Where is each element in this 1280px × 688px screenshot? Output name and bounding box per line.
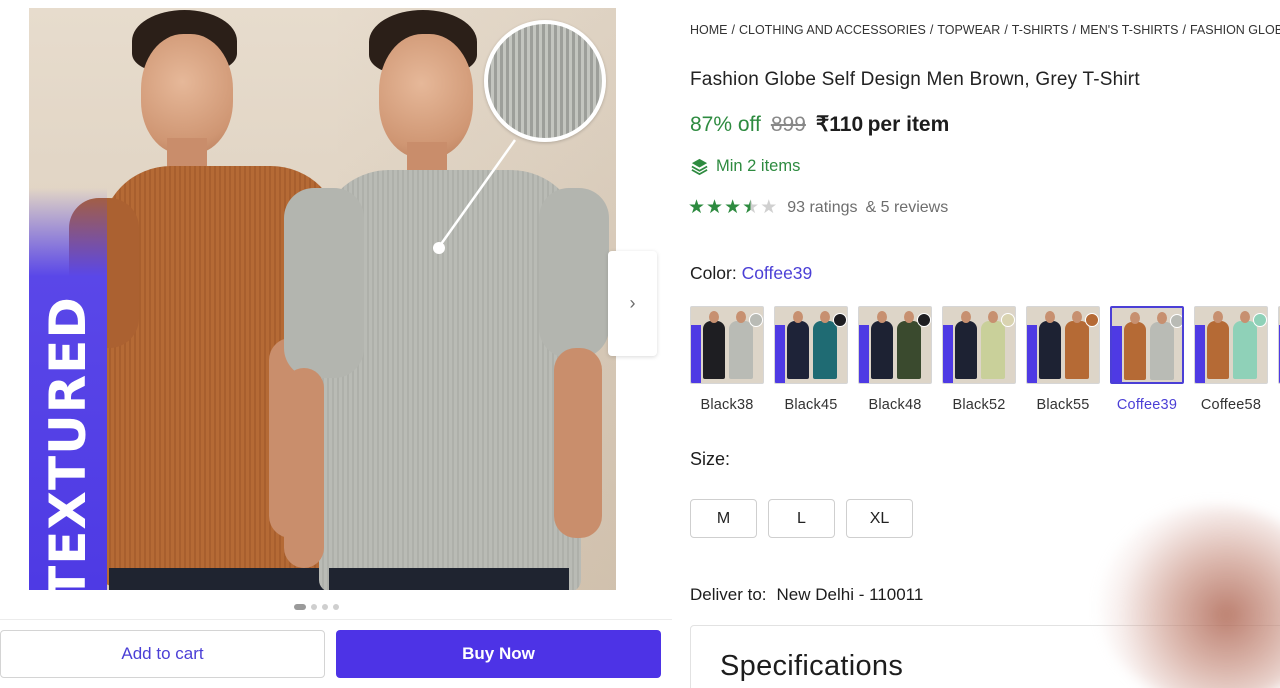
star-rating: ★ ★ ★ ★ ★ — [688, 198, 777, 217]
size-option-m[interactable]: M — [690, 499, 757, 538]
color-swatch[interactable]: Black55 — [1026, 306, 1100, 413]
swatch-label: Coffee39 — [1116, 397, 1178, 413]
selling-price: ₹110 — [815, 113, 864, 136]
breadcrumb-separator: / — [1182, 23, 1186, 37]
specifications-title: Specifications — [720, 650, 904, 682]
pagination-dot[interactable] — [311, 604, 317, 610]
product-page: TEXTURED › Add to cart Buy Now HOME / CL… — [0, 0, 1280, 688]
buy-now-button[interactable]: Buy Now — [336, 630, 661, 678]
pagination-dot[interactable] — [322, 604, 328, 610]
price-unit: per item — [867, 113, 950, 136]
deliver-label: Deliver to: — [690, 585, 767, 604]
chevron-right-icon: › — [629, 293, 636, 313]
breadcrumb-separator: / — [731, 23, 735, 37]
size-option-xl[interactable]: XL — [846, 499, 913, 538]
swatch-thumbnail — [1110, 306, 1184, 384]
breadcrumb-tshirts[interactable]: T-SHIRTS — [1012, 23, 1069, 37]
selected-color: Coffee39 — [741, 263, 813, 283]
swatch-thumbnail — [774, 306, 848, 384]
pagination-dot[interactable] — [333, 604, 339, 610]
fabric-zoom-pointer — [433, 242, 445, 254]
pagination-dot[interactable] — [294, 604, 306, 610]
swatch-thumbnail — [942, 306, 1016, 384]
color-swatch[interactable]: Black52 — [942, 306, 1016, 413]
breadcrumb-current: FASHION GLOBE MEN — [1189, 23, 1280, 37]
star-icon: ★ — [724, 197, 742, 218]
product-image[interactable]: TEXTURED — [29, 8, 616, 590]
swatch-label: Black38 — [700, 397, 754, 413]
swatch-label: Coffee58 — [1200, 397, 1262, 413]
reviews-count: & 5 reviews — [865, 198, 949, 216]
breadcrumb-home[interactable]: HOME — [690, 23, 728, 37]
price-row: 87% off 899 ₹110 per item — [690, 112, 949, 137]
layers-icon — [691, 158, 708, 176]
breadcrumb-topwear[interactable]: TOPWEAR — [937, 23, 1000, 37]
delivery-pincode: New Delhi - 110011 — [776, 585, 924, 604]
original-price: 899 — [770, 113, 806, 136]
textured-label: TEXTURED — [39, 296, 97, 590]
ratings-count: 93 ratings — [787, 198, 858, 216]
star-icon: ★ — [706, 197, 724, 218]
breadcrumb-separator: / — [1072, 23, 1077, 37]
swatch-thumbnail — [1194, 306, 1268, 384]
swatch-thumbnail — [858, 306, 932, 384]
swatch-label: Black45 — [784, 397, 838, 413]
next-image-button[interactable]: › — [608, 251, 657, 356]
breadcrumb-clothing[interactable]: CLOTHING AND ACCESSORIES — [739, 23, 926, 37]
swatch-label: Black52 — [952, 397, 1006, 413]
color-swatch[interactable]: Black45 — [774, 306, 848, 413]
swatch-thumbnail — [690, 306, 764, 384]
color-label: Color: Coffee39 — [690, 263, 813, 283]
delivery-location[interactable]: Deliver to: New Delhi - 110011 — [690, 585, 923, 605]
star-icon: ★ — [688, 197, 706, 218]
min-order-text: Min 2 items — [716, 157, 801, 175]
blurred-overlay — [1100, 505, 1280, 688]
color-swatch[interactable]: Coffee39 — [1110, 306, 1184, 413]
ratings-row[interactable]: ★ ★ ★ ★ ★ 93 ratings & 5 reviews — [688, 198, 948, 217]
fabric-zoom-circle — [484, 20, 606, 142]
size-label: Size: — [690, 449, 731, 469]
min-order: Min 2 items — [690, 157, 800, 176]
size-option-l[interactable]: L — [768, 499, 835, 538]
half-star-icon: ★ — [742, 197, 760, 218]
breadcrumb-separator: / — [1004, 23, 1008, 37]
image-pagination — [294, 604, 339, 610]
size-options: M L XL — [690, 499, 913, 538]
swatch-thumbnail — [1026, 306, 1100, 384]
star-icon: ★ — [760, 197, 778, 218]
breadcrumb-separator: / — [929, 23, 934, 37]
discount-percent: 87% off — [690, 113, 761, 136]
color-swatches: Black38 Black45 Black48 Black52 Black55 Coffe… — [690, 306, 1280, 418]
color-swatch[interactable]: Black48 — [858, 306, 932, 413]
product-title: Fashion Globe Self Design Men Brown, Gre… — [690, 69, 1140, 90]
breadcrumb: HOME / CLOTHING AND ACCESSORIES / TOPWEA… — [690, 23, 1280, 37]
swatch-label: Black55 — [1036, 397, 1090, 413]
color-swatch[interactable]: Black38 — [690, 306, 764, 413]
add-to-cart-button[interactable]: Add to cart — [0, 630, 325, 678]
breadcrumb-mens-tshirts[interactable]: MEN'S T-SHIRTS — [1080, 23, 1178, 37]
color-swatch[interactable]: Coffee58 — [1194, 306, 1268, 413]
divider — [0, 619, 672, 620]
swatch-label: Black48 — [868, 397, 922, 413]
